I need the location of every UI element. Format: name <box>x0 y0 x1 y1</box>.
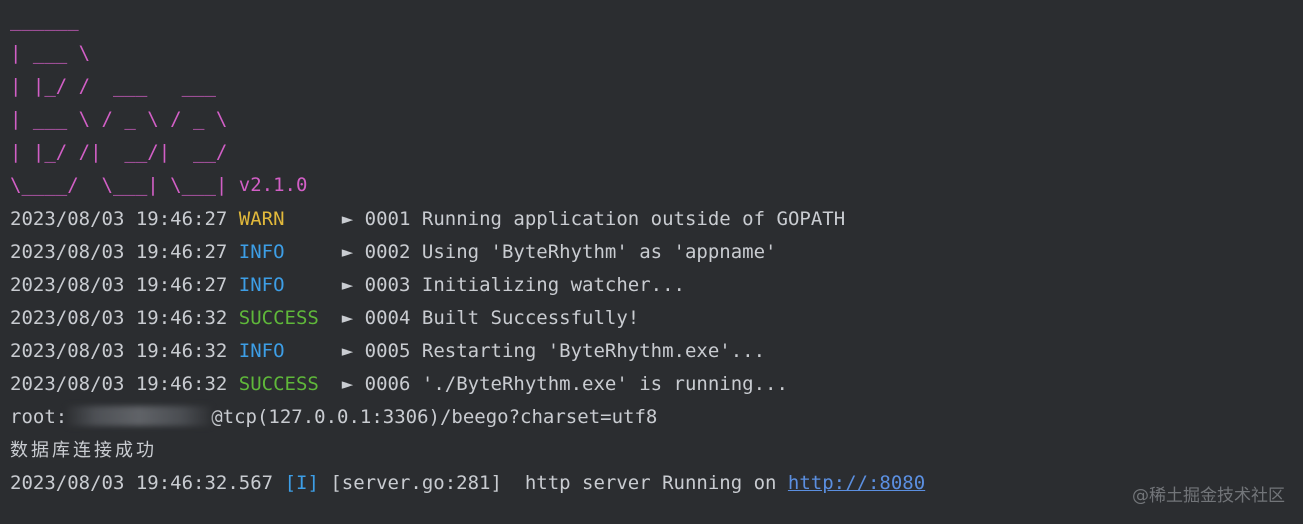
log-timestamp: 2023/08/03 19:46:27 <box>10 273 228 296</box>
banner-last-line: \____/ \___| \___| v2.1.0 <box>10 169 1303 202</box>
server-log-message: http server Running on <box>501 472 788 495</box>
server-url-link[interactable]: http://:8080 <box>788 472 925 494</box>
log-line: 2023/08/03 19:46:27 INFO ► 0002 Using 'B… <box>10 236 1303 269</box>
log-timestamp: 2023/08/03 19:46:27 <box>10 240 228 263</box>
version-label: v2.1.0 <box>238 174 308 197</box>
arrow-icon: ► <box>341 207 354 230</box>
log-seq: 0004 <box>364 306 411 329</box>
log-timestamp: 2023/08/03 19:46:32 <box>10 339 228 362</box>
log-level: INFO <box>238 339 285 362</box>
server-log-source: [server.go:281] <box>330 472 502 495</box>
banner-line: | |_/ / ___ ___ <box>10 75 216 98</box>
log-seq: 0006 <box>364 373 411 396</box>
terminal-output: ______ | ___ \ | |_/ / ___ ___ | ___ \ /… <box>10 4 1303 524</box>
log-message: Using 'ByteRhythm' as 'appname' <box>421 240 777 263</box>
server-log-tag: [I] <box>284 472 319 495</box>
log-level: SUCCESS <box>238 306 319 329</box>
dsn-prefix: root: <box>10 406 68 429</box>
log-level: INFO <box>238 240 285 263</box>
banner-line: \____/ \___| \___| <box>10 174 228 197</box>
log-seq: 0001 <box>364 207 411 230</box>
arrow-icon: ► <box>341 339 354 362</box>
db-connected-message: 数据库连接成功 <box>10 440 157 462</box>
log-message: Running application outside of GOPATH <box>421 207 846 230</box>
log-message: Built Successfully! <box>421 306 640 329</box>
banner-line: | |_/ /| __/| __/ <box>10 141 228 164</box>
server-log-timestamp: 2023/08/03 19:46:32.567 <box>10 472 274 495</box>
log-seq: 0003 <box>364 273 411 296</box>
redacted-credentials <box>67 405 212 426</box>
log-level: INFO <box>238 273 285 296</box>
log-line: 2023/08/03 19:46:27 WARN ► 0001 Running … <box>10 203 1303 236</box>
arrow-icon: ► <box>341 306 354 329</box>
log-seq: 0002 <box>364 240 411 263</box>
log-timestamp: 2023/08/03 19:46:32 <box>10 306 228 329</box>
log-line: 2023/08/03 19:46:32 SUCCESS ► 0006 './By… <box>10 368 1303 401</box>
log-message: Initializing watcher... <box>421 273 685 296</box>
log-level: SUCCESS <box>238 373 319 396</box>
log-line: 2023/08/03 19:46:27 INFO ► 0003 Initiali… <box>10 269 1303 302</box>
log-line: 2023/08/03 19:46:32 SUCCESS ► 0004 Built… <box>10 302 1303 335</box>
log-message: Restarting 'ByteRhythm.exe'... <box>421 339 766 362</box>
banner-line: | ___ \ <box>10 42 91 65</box>
arrow-icon: ► <box>341 373 354 396</box>
log-message: './ByteRhythm.exe' is running... <box>421 373 788 396</box>
banner-line: ______ <box>10 9 79 31</box>
log-timestamp: 2023/08/03 19:46:32 <box>10 373 228 396</box>
log-timestamp: 2023/08/03 19:46:27 <box>10 207 228 230</box>
log-level: WARN <box>238 207 285 230</box>
banner-line: | ___ \ / _ \ / _ \ <box>10 108 228 131</box>
dsn-line: root: @tcp(127.0.0.1:3306)/beego?charset=… <box>10 401 1303 434</box>
dsn-suffix: @tcp(127.0.0.1:3306)/beego?charset=utf8 <box>211 406 658 429</box>
log-line: 2023/08/03 19:46:32 INFO ► 0005 Restarti… <box>10 335 1303 368</box>
arrow-icon: ► <box>341 273 354 296</box>
arrow-icon: ► <box>341 240 354 263</box>
watermark: @稀土掘金技术社区 <box>1132 486 1285 506</box>
server-log-line: 2023/08/03 19:46:32.567 [I] [server.go:2… <box>10 467 1303 500</box>
log-seq: 0005 <box>364 339 411 362</box>
